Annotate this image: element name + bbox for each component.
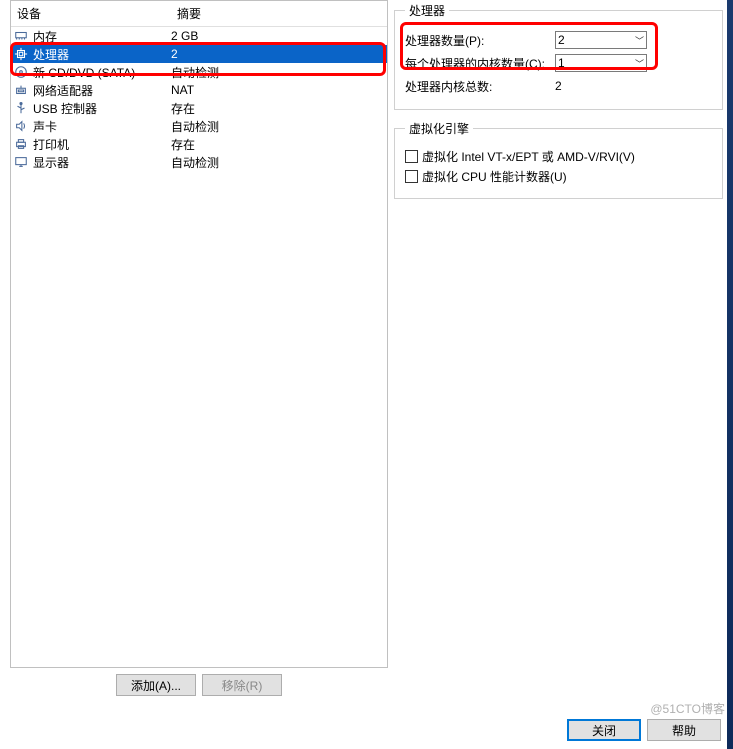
processor-count-select[interactable]: 2 ﹀ — [555, 31, 647, 49]
device-summary: 2 — [171, 47, 381, 61]
device-row[interactable]: 内存2 GB — [11, 27, 387, 45]
memory-icon — [13, 28, 29, 44]
remove-button[interactable]: 移除(R) — [202, 674, 282, 696]
device-label: 新 CD/DVD (SATA) — [33, 64, 171, 81]
device-row[interactable]: 处理器2 — [11, 45, 387, 63]
help-button[interactable]: 帮助 — [647, 719, 721, 741]
device-label: USB 控制器 — [33, 100, 171, 117]
column-header-summary[interactable]: 摘要 — [177, 5, 381, 22]
device-summary: 存在 — [171, 100, 381, 117]
watermark-text: @51CTO博客 — [650, 700, 725, 717]
device-label: 显示器 — [33, 154, 171, 171]
device-row[interactable]: 网络适配器NAT — [11, 81, 387, 99]
device-summary: 存在 — [171, 136, 381, 153]
processor-count-label: 处理器数量(P): — [405, 32, 555, 49]
device-row[interactable]: 打印机存在 — [11, 135, 387, 153]
column-header-device[interactable]: 设备 — [17, 5, 177, 22]
cores-per-processor-select[interactable]: 1 ﹀ — [555, 54, 647, 72]
network-icon — [13, 82, 29, 98]
device-list: 设备 摘要 内存2 GB处理器2新 CD/DVD (SATA)自动检测网络适配器… — [10, 0, 388, 668]
virtualize-vtx-checkbox[interactable] — [405, 150, 418, 163]
device-row[interactable]: 新 CD/DVD (SATA)自动检测 — [11, 63, 387, 81]
chevron-down-icon: ﹀ — [635, 57, 644, 70]
device-list-header: 设备 摘要 — [11, 1, 387, 27]
sound-icon — [13, 118, 29, 134]
virtualize-vtx-label: 虚拟化 Intel VT-x/EPT 或 AMD-V/RVI(V) — [422, 148, 635, 165]
device-summary: NAT — [171, 83, 381, 97]
processor-group: 处理器 处理器数量(P): 2 ﹀ 每个处理器的内核数量(C): 1 — [394, 2, 723, 110]
total-cores-label: 处理器内核总数: — [405, 78, 555, 95]
device-row[interactable]: 声卡自动检测 — [11, 117, 387, 135]
chevron-down-icon: ﹀ — [635, 34, 644, 47]
device-row[interactable]: 显示器自动检测 — [11, 153, 387, 171]
device-summary: 2 GB — [171, 29, 381, 43]
cd-icon — [13, 64, 29, 80]
window-edge-decoration — [727, 0, 733, 749]
printer-icon — [13, 136, 29, 152]
display-icon — [13, 154, 29, 170]
device-label: 打印机 — [33, 136, 171, 153]
device-label: 内存 — [33, 28, 171, 45]
device-label: 处理器 — [33, 46, 171, 63]
device-label: 网络适配器 — [33, 82, 171, 99]
virtualization-group-legend: 虚拟化引擎 — [405, 120, 473, 137]
usb-icon — [13, 100, 29, 116]
device-row[interactable]: USB 控制器存在 — [11, 99, 387, 117]
close-button[interactable]: 关闭 — [567, 719, 641, 741]
device-summary: 自动检测 — [171, 154, 381, 171]
cpu-icon — [13, 46, 29, 62]
virtualize-perf-label: 虚拟化 CPU 性能计数器(U) — [422, 168, 567, 185]
virtualization-group: 虚拟化引擎 虚拟化 Intel VT-x/EPT 或 AMD-V/RVI(V) … — [394, 120, 723, 199]
add-button[interactable]: 添加(A)... — [116, 674, 196, 696]
device-summary: 自动检测 — [171, 118, 381, 135]
virtualize-perf-checkbox[interactable] — [405, 170, 418, 183]
processor-group-legend: 处理器 — [405, 2, 449, 19]
total-cores-value: 2 — [555, 79, 712, 93]
device-label: 声卡 — [33, 118, 171, 135]
cores-per-processor-label: 每个处理器的内核数量(C): — [405, 55, 555, 72]
device-summary: 自动检测 — [171, 64, 381, 81]
